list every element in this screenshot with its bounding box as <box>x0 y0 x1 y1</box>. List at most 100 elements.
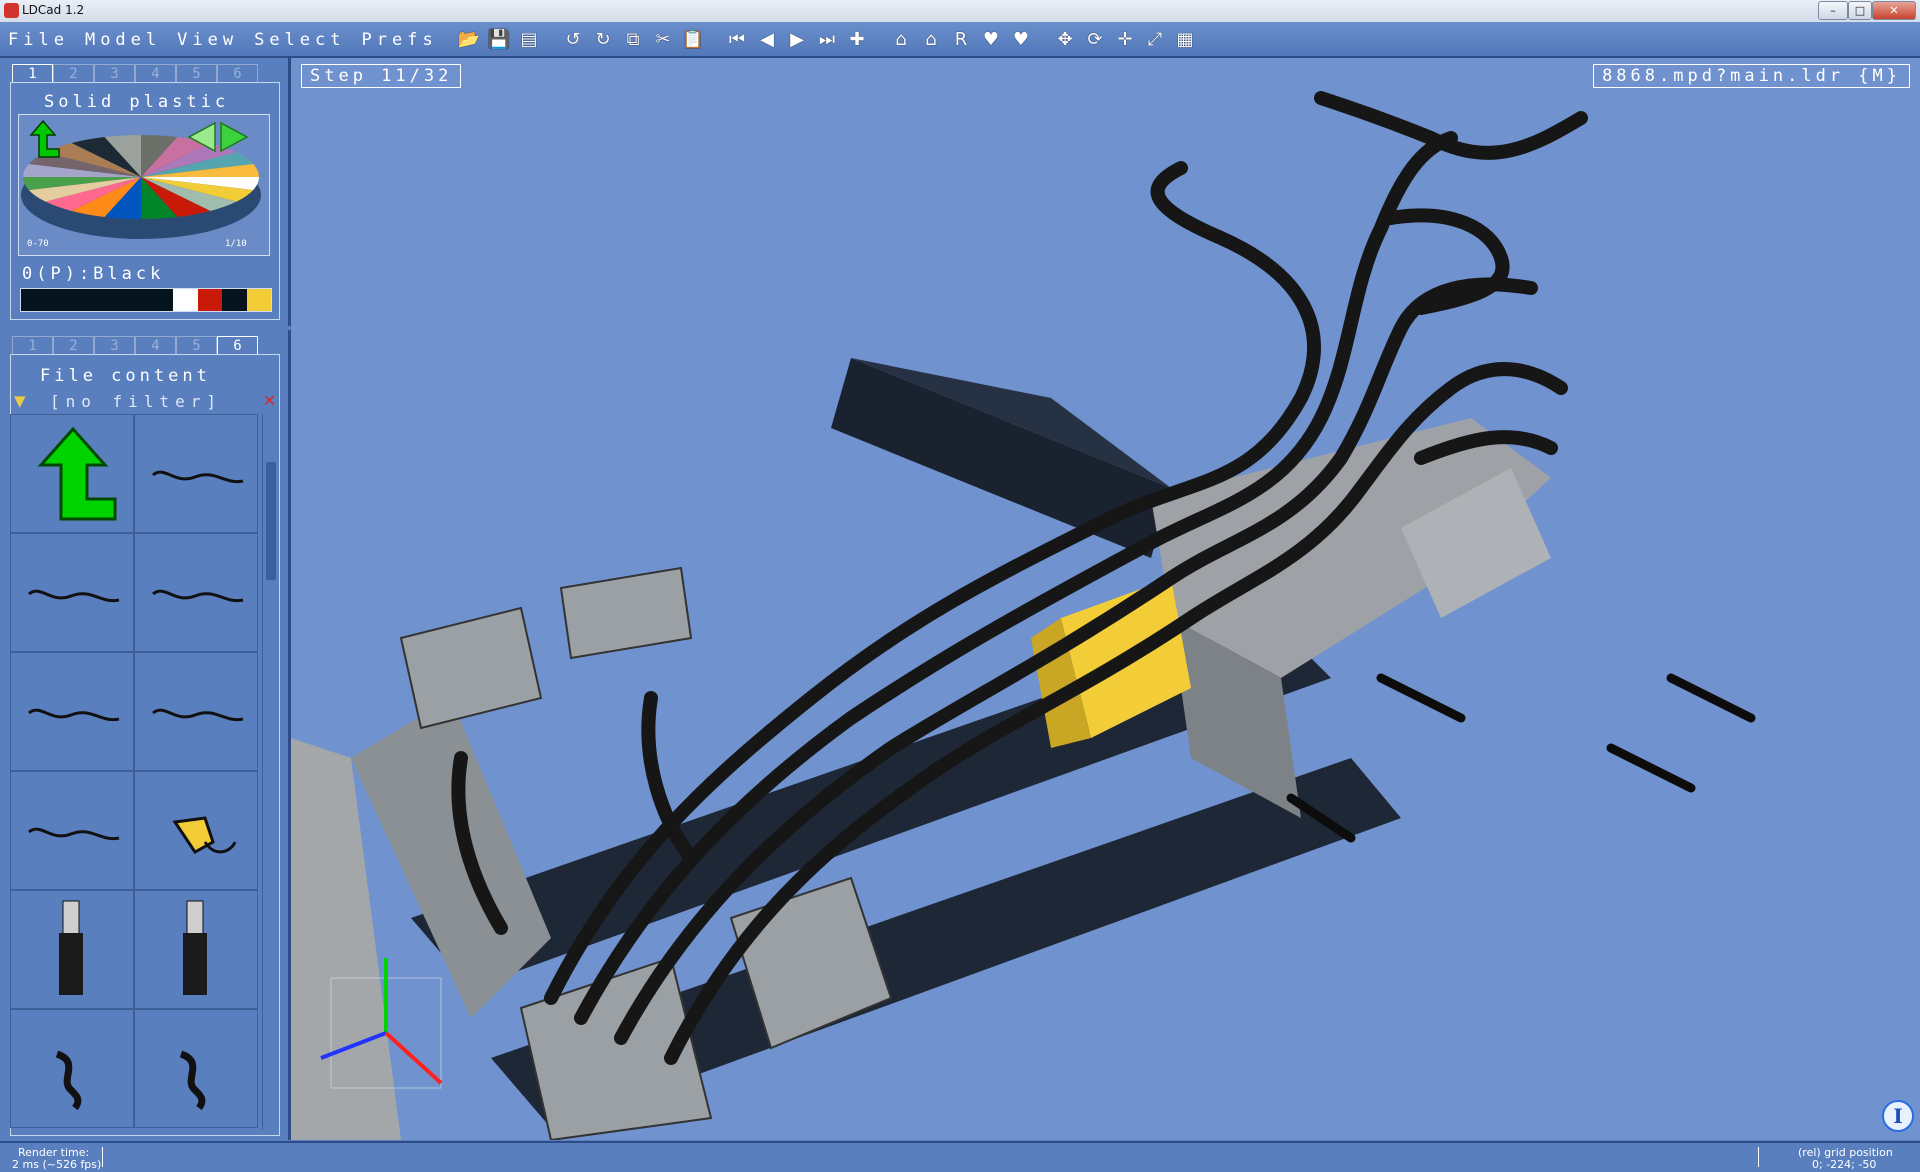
next-step-icon[interactable]: ▶ <box>784 26 810 52</box>
scrollbar-thumb[interactable] <box>266 462 276 580</box>
filter-icon[interactable]: ▼ <box>14 392 26 410</box>
color-tab-5[interactable]: 5 <box>176 64 217 83</box>
rotate-icon[interactable]: ⟳ <box>1082 26 1108 52</box>
part-cell[interactable] <box>134 771 258 890</box>
toolbar-separator <box>1038 26 1048 52</box>
undo-icon[interactable]: ↺ <box>560 26 586 52</box>
add-step-icon[interactable]: ✚ <box>844 26 870 52</box>
first-step-icon[interactable]: ⏮ <box>724 26 750 52</box>
parts-tab-5[interactable]: 5 <box>176 336 217 355</box>
home-icon[interactable]: ⌂ <box>888 26 914 52</box>
color-group-title: Solid plastic <box>44 92 230 112</box>
color-swatch[interactable] <box>222 289 247 311</box>
color-tab-1[interactable]: 1 <box>12 64 53 83</box>
open-icon[interactable]: 📂 <box>456 26 482 52</box>
selected-color-label: 0(P):Black <box>22 264 165 284</box>
app-icon <box>4 3 19 18</box>
part-cell[interactable] <box>10 533 134 652</box>
hose-short-icon <box>135 1050 257 1131</box>
clear-filter-icon[interactable]: ✕ <box>263 391 276 410</box>
model-render <box>291 91 1756 1140</box>
color-tab-6[interactable]: 6 <box>217 64 258 83</box>
range-min-label: 0-70 <box>27 239 49 249</box>
zoom-extents-icon[interactable]: ⤢ <box>1142 26 1168 52</box>
color-swatch[interactable] <box>173 289 198 311</box>
menu-bar: File Model View Select Prefs 📂 💾 ▤ ↺ ↻ ⧉ ✂ 📋 ⏮ ◀ ▶… <box>0 22 1920 58</box>
part-cell[interactable] <box>134 533 258 652</box>
color-swatch[interactable] <box>21 289 174 311</box>
part-cell[interactable] <box>10 414 134 533</box>
minimize-button[interactable]: – <box>1818 1 1848 20</box>
status-separator <box>1758 1147 1759 1167</box>
reset-rotation-icon[interactable]: R <box>948 26 974 52</box>
range-max-label: 1/10 <box>225 239 247 249</box>
color-swatch[interactable] <box>197 289 223 311</box>
3d-viewport[interactable]: Step 11/32 8868.mpd?main.ldr {M} I <box>291 58 1920 1140</box>
last-step-icon[interactable]: ⏭ <box>814 26 840 52</box>
part-cell[interactable] <box>134 414 258 533</box>
redo-icon[interactable]: ↻ <box>590 26 616 52</box>
parts-tab-1[interactable]: 1 <box>12 336 53 355</box>
prev-step-icon[interactable]: ◀ <box>754 26 780 52</box>
paste-icon[interactable]: 📋 <box>680 26 706 52</box>
part-grid-scrollbar[interactable] <box>262 414 279 1130</box>
part-cell[interactable] <box>134 890 258 1009</box>
part-cell[interactable] <box>134 1009 258 1128</box>
part-cell[interactable] <box>10 1009 134 1128</box>
menu-model[interactable]: Model <box>85 30 161 50</box>
toolbar-separator <box>546 26 556 52</box>
save-all-icon[interactable]: ▤ <box>516 26 542 52</box>
parts-panel-tabs: 1 2 3 4 5 6 <box>12 336 258 355</box>
color-picker-pie[interactable]: 0-70 1/10 <box>18 114 270 256</box>
close-button[interactable]: ✕ <box>1872 1 1916 20</box>
file-indicator[interactable]: 8868.mpd?main.ldr {M} <box>1593 64 1910 88</box>
filter-row: ▼ [no filter] ✕ <box>14 391 276 411</box>
menu-prefs[interactable]: Prefs <box>362 30 438 50</box>
part-cell[interactable] <box>10 890 134 1009</box>
parts-tab-4[interactable]: 4 <box>135 336 176 355</box>
grid-position-value: 0; -224; -50 <box>1812 1158 1877 1171</box>
color-pie-chart <box>21 119 261 239</box>
parts-panel: 1 2 3 4 5 6 File content ▼ [no filter] ✕ <box>0 330 291 1140</box>
pan-icon[interactable]: ✛ <box>1112 26 1138 52</box>
color-swatch[interactable] <box>246 289 271 311</box>
info-icon[interactable]: I <box>1882 1100 1914 1132</box>
toolbar-separator <box>874 26 884 52</box>
copy-icon[interactable]: ⧉ <box>620 26 646 52</box>
title-bar: LDCad 1.2 – □ ✕ <box>0 0 1920 23</box>
parts-tab-3[interactable]: 3 <box>94 336 135 355</box>
maximize-button[interactable]: □ <box>1848 1 1872 20</box>
color-panel: 1 2 3 4 5 6 Solid plastic 0-70 1/10 0(P)… <box>0 58 291 326</box>
cut-icon[interactable]: ✂ <box>650 26 676 52</box>
parts-group-title: File content <box>40 366 211 386</box>
toolbar-separator <box>710 26 720 52</box>
status-separator <box>102 1147 103 1167</box>
home-insert-icon[interactable]: ⌂ <box>918 26 944 52</box>
status-bar: Render time: 2 ms (~526 fps) (rel) grid … <box>0 1141 1920 1172</box>
part-grid <box>10 414 258 1130</box>
color-tab-2[interactable]: 2 <box>53 64 94 83</box>
menu-view[interactable]: View <box>177 30 238 50</box>
parts-tab-2[interactable]: 2 <box>53 336 94 355</box>
color-tab-4[interactable]: 4 <box>135 64 176 83</box>
heart-broken-icon[interactable]: ♥ <box>1008 26 1034 52</box>
step-indicator[interactable]: Step 11/32 <box>301 64 462 88</box>
move-icon[interactable]: ✥ <box>1052 26 1078 52</box>
menu-select[interactable]: Select <box>254 30 345 50</box>
hose-short-icon <box>11 1050 133 1131</box>
save-icon[interactable]: 💾 <box>486 26 512 52</box>
filter-text[interactable]: [no filter] <box>50 392 222 411</box>
color-panel-tabs: 1 2 3 4 5 6 <box>12 64 258 83</box>
part-cell[interactable] <box>134 652 258 771</box>
up-arrow-icon[interactable] <box>29 119 60 158</box>
render-time-value: 2 ms (~526 fps) <box>12 1158 102 1171</box>
recent-colors-bar[interactable] <box>20 288 272 312</box>
toolbar: 📂 💾 ▤ ↺ ↻ ⧉ ✂ 📋 ⏮ ◀ ▶ ⏭ ✚ ⌂ ⌂ R ♥ ♥ ✥ ⟳ ✛ ⤢ ▦ <box>456 26 1198 52</box>
part-cell[interactable] <box>10 771 134 890</box>
parts-tab-6[interactable]: 6 <box>217 336 258 355</box>
menu-file[interactable]: File <box>8 30 69 50</box>
heart-icon[interactable]: ♥ <box>978 26 1004 52</box>
grid-icon[interactable]: ▦ <box>1172 26 1198 52</box>
part-cell[interactable] <box>10 652 134 771</box>
color-tab-3[interactable]: 3 <box>94 64 135 83</box>
